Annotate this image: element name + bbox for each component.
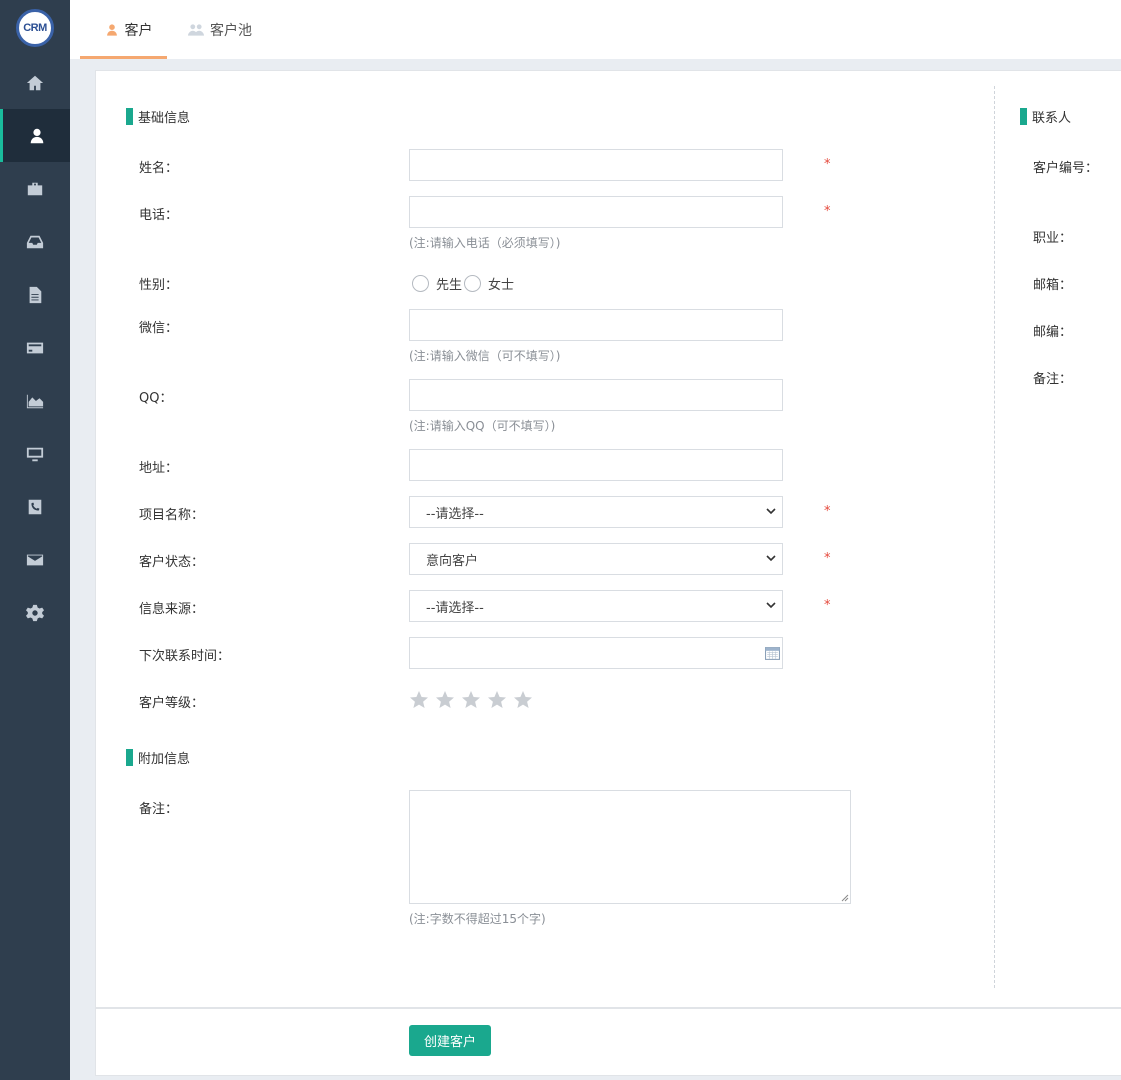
- section-marker: [126, 749, 133, 766]
- radio-circle[interactable]: [464, 275, 481, 292]
- resize-handle-icon[interactable]: [840, 893, 849, 902]
- project-select[interactable]: --请选择--: [409, 496, 783, 528]
- crm-logo: CRM: [16, 9, 54, 47]
- sidebar-item-customer[interactable]: [0, 109, 70, 162]
- sidebar-item-mail[interactable]: [0, 533, 70, 586]
- next-contact-label: 下次联系时间：: [139, 649, 231, 664]
- qq-hint: (注:请输入QQ（可不填写）): [409, 419, 556, 433]
- envelope-icon: [26, 554, 44, 565]
- remark-hint: (注:字数不得超过15个字): [409, 912, 546, 926]
- gear-icon: [26, 604, 44, 621]
- section-title-extra: 附加信息: [126, 748, 190, 767]
- project-label: 项目名称：: [139, 508, 205, 523]
- phone-icon: [28, 499, 42, 514]
- credit-card-icon: [26, 342, 44, 353]
- document-icon: [29, 286, 42, 303]
- next-contact-date-input[interactable]: [409, 637, 783, 669]
- form-footer: 创建客户: [95, 1008, 1121, 1076]
- section-marker: [1020, 108, 1027, 125]
- users-icon: [188, 23, 204, 36]
- address-label: 地址：: [139, 461, 179, 476]
- gender-label: 性别：: [139, 278, 179, 293]
- logo[interactable]: CRM: [0, 0, 70, 56]
- sidebar-item-document[interactable]: [0, 268, 70, 321]
- gender-radio-mr[interactable]: 先生: [412, 274, 462, 293]
- sidebar-item-phone[interactable]: [0, 480, 70, 533]
- tab-customer[interactable]: 客户: [80, 0, 177, 59]
- star-icon[interactable]: [487, 690, 507, 710]
- star-icon[interactable]: [409, 690, 429, 710]
- wechat-label: 微信：: [139, 321, 179, 336]
- home-icon: [26, 75, 44, 90]
- remark-textarea[interactable]: [409, 790, 851, 904]
- sidebar-item-statistics[interactable]: [0, 374, 70, 427]
- name-label: 姓名：: [139, 161, 179, 176]
- user-icon: [106, 23, 117, 36]
- occupation-label: 职业：: [1033, 231, 1073, 246]
- create-customer-button[interactable]: 创建客户: [409, 1025, 491, 1056]
- sidebar-item-settings[interactable]: [0, 586, 70, 639]
- monitor-icon: [26, 447, 44, 461]
- required-mark: *: [824, 504, 831, 519]
- star-icon[interactable]: [461, 690, 481, 710]
- section-title-basic: 基础信息: [126, 107, 190, 126]
- required-mark: *: [824, 598, 831, 613]
- sidebar-item-briefcase[interactable]: [0, 162, 70, 215]
- briefcase-icon: [27, 182, 43, 195]
- phone-label: 电话：: [139, 208, 179, 223]
- status-select[interactable]: 意向客户: [409, 543, 783, 575]
- sidebar-item-home[interactable]: [0, 56, 70, 109]
- customer-level-rating[interactable]: [409, 690, 533, 710]
- star-icon[interactable]: [435, 690, 455, 710]
- level-label: 客户等级：: [139, 696, 205, 711]
- email-label: 邮箱：: [1033, 278, 1073, 293]
- radio-circle[interactable]: [412, 275, 429, 292]
- address-input[interactable]: [409, 449, 783, 481]
- customer-form-panel: 基础信息 姓名： * 电话： * (注:请输入电话（必须填写）) 性别： 先生 …: [95, 70, 1121, 1008]
- section-title-contact: 联系人: [1020, 107, 1071, 126]
- customer-number-label: 客户编号：: [1033, 161, 1099, 176]
- user-icon: [30, 128, 43, 143]
- tab-customer-pool[interactable]: 客户池: [188, 0, 252, 59]
- source-select[interactable]: --请选择--: [409, 590, 783, 622]
- sidebar-item-inbox[interactable]: [0, 215, 70, 268]
- top-tab-bar: 客户 客户池: [70, 0, 1121, 59]
- dashed-divider: [994, 86, 995, 988]
- sidebar-item-monitor[interactable]: [0, 427, 70, 480]
- chevron-down-icon: [766, 555, 776, 562]
- calendar-icon[interactable]: [765, 647, 780, 660]
- area-chart-icon: [26, 394, 44, 408]
- required-mark: *: [824, 157, 831, 172]
- phone-input[interactable]: [409, 196, 783, 228]
- required-mark: *: [824, 204, 831, 219]
- sidebar-item-credit-card[interactable]: [0, 321, 70, 374]
- sidebar: CRM: [0, 0, 70, 1080]
- phone-hint: (注:请输入电话（必须填写）): [409, 236, 561, 250]
- status-label: 客户状态：: [139, 555, 205, 570]
- qq-label: QQ：: [139, 391, 173, 406]
- section-marker: [126, 108, 133, 125]
- gender-radio-ms[interactable]: 女士: [464, 274, 514, 293]
- chevron-down-icon: [766, 602, 776, 609]
- name-input[interactable]: [409, 149, 783, 181]
- wechat-input[interactable]: [409, 309, 783, 341]
- remark-label: 备注：: [139, 802, 179, 817]
- chevron-down-icon: [766, 508, 776, 515]
- contact-remark-label: 备注：: [1033, 372, 1073, 387]
- postcode-label: 邮编：: [1033, 325, 1073, 340]
- star-icon[interactable]: [513, 690, 533, 710]
- source-label: 信息来源：: [139, 602, 205, 617]
- tab-label: 客户: [124, 22, 153, 39]
- tab-label: 客户池: [210, 22, 252, 39]
- required-mark: *: [824, 551, 831, 566]
- inbox-icon: [26, 235, 44, 248]
- wechat-hint: (注:请输入微信（可不填写）): [409, 349, 561, 363]
- qq-input[interactable]: [409, 379, 783, 411]
